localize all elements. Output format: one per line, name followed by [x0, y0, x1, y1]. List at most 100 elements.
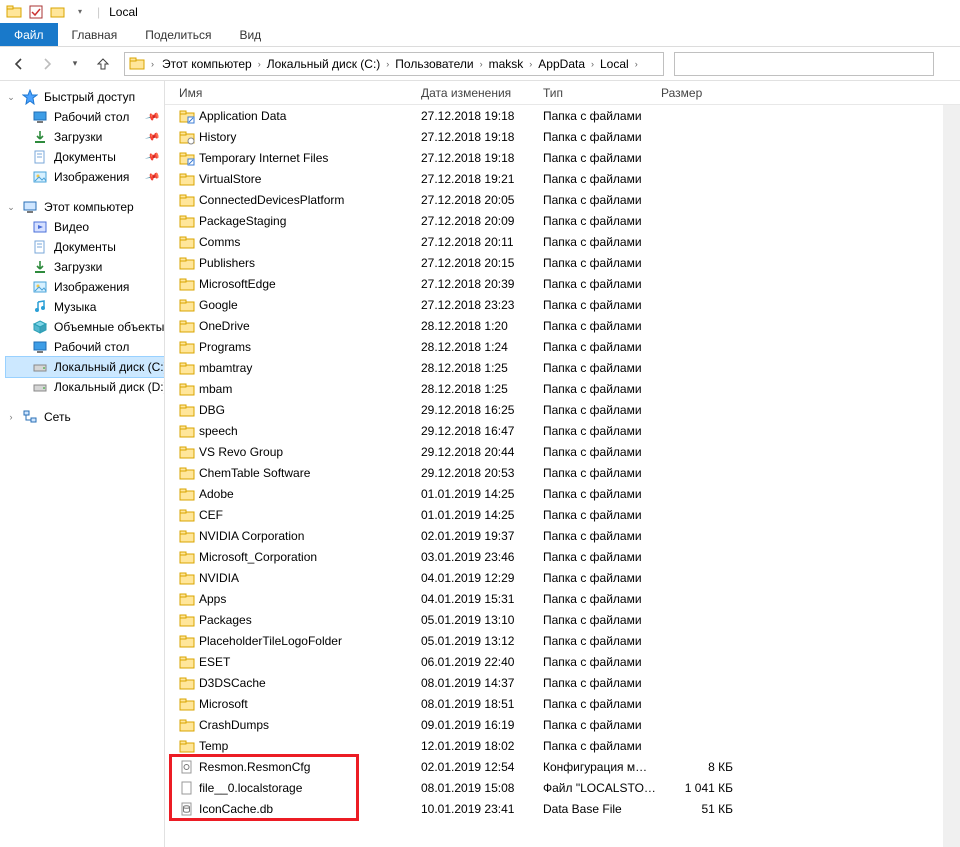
file-type: Папка с файлами [543, 529, 661, 543]
chevron-right-icon[interactable]: › [382, 59, 393, 69]
file-row[interactable]: Microsoft_Corporation03.01.2019 23:46Пап… [165, 546, 943, 567]
file-row[interactable]: CrashDumps09.01.2019 16:19Папка с файлам… [165, 714, 943, 735]
file-row[interactable]: VS Revo Group29.12.2018 20:44Папка с фай… [165, 441, 943, 462]
file-row[interactable]: ConnectedDevicesPlatform27.12.2018 20:05… [165, 189, 943, 210]
tab-file[interactable]: Файл [0, 23, 58, 46]
file-date: 05.01.2019 13:12 [421, 634, 543, 648]
folder-icon [179, 675, 195, 691]
file-row[interactable]: Application Data27.12.2018 19:18Папка с … [165, 105, 943, 126]
file-row[interactable]: Packages05.01.2019 13:10Папка с файлами [165, 609, 943, 630]
qat-properties-icon[interactable] [28, 4, 44, 20]
file-date: 27.12.2018 23:23 [421, 298, 543, 312]
column-size[interactable]: Размер [661, 86, 741, 100]
back-button[interactable] [8, 53, 30, 75]
tab-2[interactable]: Вид [225, 23, 275, 46]
sidebar-item-pc-3[interactable]: Изображения [6, 277, 164, 297]
file-row[interactable]: Resmon.ResmonCfg02.01.2019 12:54Конфигур… [165, 756, 943, 777]
file-row[interactable]: NVIDIA04.01.2019 12:29Папка с файлами [165, 567, 943, 588]
file-date: 27.12.2018 19:18 [421, 130, 543, 144]
file-row[interactable]: Apps04.01.2019 15:31Папка с файлами [165, 588, 943, 609]
qat-dropdown-icon[interactable]: ▾ [72, 4, 88, 20]
chevron-right-icon[interactable]: › [254, 59, 265, 69]
file-date: 02.01.2019 19:37 [421, 529, 543, 543]
qat-new-folder-icon[interactable] [50, 4, 66, 20]
file-row[interactable]: Google27.12.2018 23:23Папка с файлами [165, 294, 943, 315]
sidebar-quick-access[interactable]: ⌄ Быстрый доступ [6, 87, 164, 107]
file-row[interactable]: IconCache.db10.01.2019 23:41Data Base Fi… [165, 798, 943, 819]
breadcrumb-segment[interactable]: AppData [536, 57, 587, 71]
breadcrumb-segment[interactable]: Локальный диск (C:) [265, 57, 383, 71]
sidebar-item-pc-7[interactable]: Локальный диск (C:) [6, 357, 164, 377]
sidebar-this-pc[interactable]: ⌄ Этот компьютер [6, 197, 164, 217]
sidebar-item-pc-5[interactable]: Объемные объекты [6, 317, 164, 337]
sidebar-item-quick-1[interactable]: Загрузки📌 [6, 127, 164, 147]
chevron-right-icon[interactable]: › [476, 59, 487, 69]
caret-right-icon[interactable]: › [6, 412, 16, 422]
file-row[interactable]: Programs28.12.2018 1:24Папка с файлами [165, 336, 943, 357]
file-type: Папка с файлами [543, 109, 661, 123]
recent-locations-button[interactable]: ▾ [64, 53, 86, 75]
folder-icon [129, 56, 145, 72]
file-icon [179, 780, 195, 796]
file-row[interactable]: speech29.12.2018 16:47Папка с файлами [165, 420, 943, 441]
forward-button[interactable] [36, 53, 58, 75]
sidebar-item-pc-2[interactable]: Загрузки [6, 257, 164, 277]
chevron-right-icon[interactable]: › [525, 59, 536, 69]
file-row[interactable]: PlaceholderTileLogoFolder05.01.2019 13:1… [165, 630, 943, 651]
ribbon-tabs: Файл ГлавнаяПоделитьсяВид [0, 23, 960, 47]
file-row[interactable]: Temporary Internet Files27.12.2018 19:18… [165, 147, 943, 168]
file-row[interactable]: OneDrive28.12.2018 1:20Папка с файлами [165, 315, 943, 336]
caret-down-icon[interactable]: ⌄ [6, 202, 16, 213]
tab-0[interactable]: Главная [58, 23, 132, 46]
breadcrumb-segment[interactable]: maksk [487, 57, 526, 71]
file-row[interactable]: MicrosoftEdge27.12.2018 20:39Папка с фай… [165, 273, 943, 294]
file-row[interactable]: NVIDIA Corporation02.01.2019 19:37Папка … [165, 525, 943, 546]
file-row[interactable]: ChemTable Software29.12.2018 20:53Папка … [165, 462, 943, 483]
file-row[interactable]: ESET06.01.2019 22:40Папка с файлами [165, 651, 943, 672]
sidebar-item-quick-3[interactable]: Изображения📌 [6, 167, 164, 187]
breadcrumb-segment[interactable]: Пользователи [393, 57, 475, 71]
file-row[interactable]: Microsoft08.01.2019 18:51Папка с файлами [165, 693, 943, 714]
column-date[interactable]: Дата изменения [421, 86, 543, 100]
caret-down-icon[interactable]: ⌄ [6, 92, 16, 103]
file-name: D3DSCache [199, 676, 266, 690]
sidebar-item-quick-2[interactable]: Документы📌 [6, 147, 164, 167]
address-bar[interactable]: › Этот компьютер›Локальный диск (C:)›Пол… [124, 52, 664, 76]
file-row[interactable]: Adobe01.01.2019 14:25Папка с файлами [165, 483, 943, 504]
breadcrumb-segment[interactable]: Этот компьютер [160, 57, 254, 71]
sidebar-item-pc-4[interactable]: Музыка [6, 297, 164, 317]
file-row[interactable]: Comms27.12.2018 20:11Папка с файлами [165, 231, 943, 252]
sidebar-item-pc-6[interactable]: Рабочий стол [6, 337, 164, 357]
file-row[interactable]: History27.12.2018 19:18Папка с файлами [165, 126, 943, 147]
file-row[interactable]: CEF01.01.2019 14:25Папка с файлами [165, 504, 943, 525]
file-row[interactable]: file__0.localstorage08.01.2019 15:08Файл… [165, 777, 943, 798]
chevron-right-icon[interactable]: › [147, 59, 158, 69]
search-input[interactable] [674, 52, 934, 76]
column-name[interactable]: Имя [165, 86, 421, 100]
file-row[interactable]: PackageStaging27.12.2018 20:09Папка с фа… [165, 210, 943, 231]
up-button[interactable] [92, 53, 114, 75]
file-name: Apps [199, 592, 226, 606]
scrollbar[interactable] [943, 105, 960, 847]
chevron-right-icon[interactable]: › [587, 59, 598, 69]
tab-1[interactable]: Поделиться [131, 23, 225, 46]
file-date: 12.01.2019 18:02 [421, 739, 543, 753]
file-row[interactable]: mbamtray28.12.2018 1:25Папка с файлами [165, 357, 943, 378]
chevron-right-icon[interactable]: › [631, 59, 642, 69]
file-row[interactable]: DBG29.12.2018 16:25Папка с файлами [165, 399, 943, 420]
file-row[interactable]: VirtualStore27.12.2018 19:21Папка с файл… [165, 168, 943, 189]
file-row[interactable]: Temp12.01.2019 18:02Папка с файлами [165, 735, 943, 756]
sidebar-item-pc-1[interactable]: Документы [6, 237, 164, 257]
breadcrumb-segment[interactable]: Local [598, 57, 631, 71]
sidebar-network[interactable]: › Сеть [6, 407, 164, 427]
file-name: Publishers [199, 256, 255, 270]
file-type: Папка с файлами [543, 634, 661, 648]
sidebar-item-pc-0[interactable]: Видео [6, 217, 164, 237]
file-row[interactable]: mbam28.12.2018 1:25Папка с файлами [165, 378, 943, 399]
column-type[interactable]: Тип [543, 86, 661, 100]
sidebar-item-pc-8[interactable]: Локальный диск (D:) [6, 377, 164, 397]
file-date: 27.12.2018 20:39 [421, 277, 543, 291]
file-row[interactable]: Publishers27.12.2018 20:15Папка с файлам… [165, 252, 943, 273]
sidebar-item-quick-0[interactable]: Рабочий стол📌 [6, 107, 164, 127]
file-row[interactable]: D3DSCache08.01.2019 14:37Папка с файлами [165, 672, 943, 693]
